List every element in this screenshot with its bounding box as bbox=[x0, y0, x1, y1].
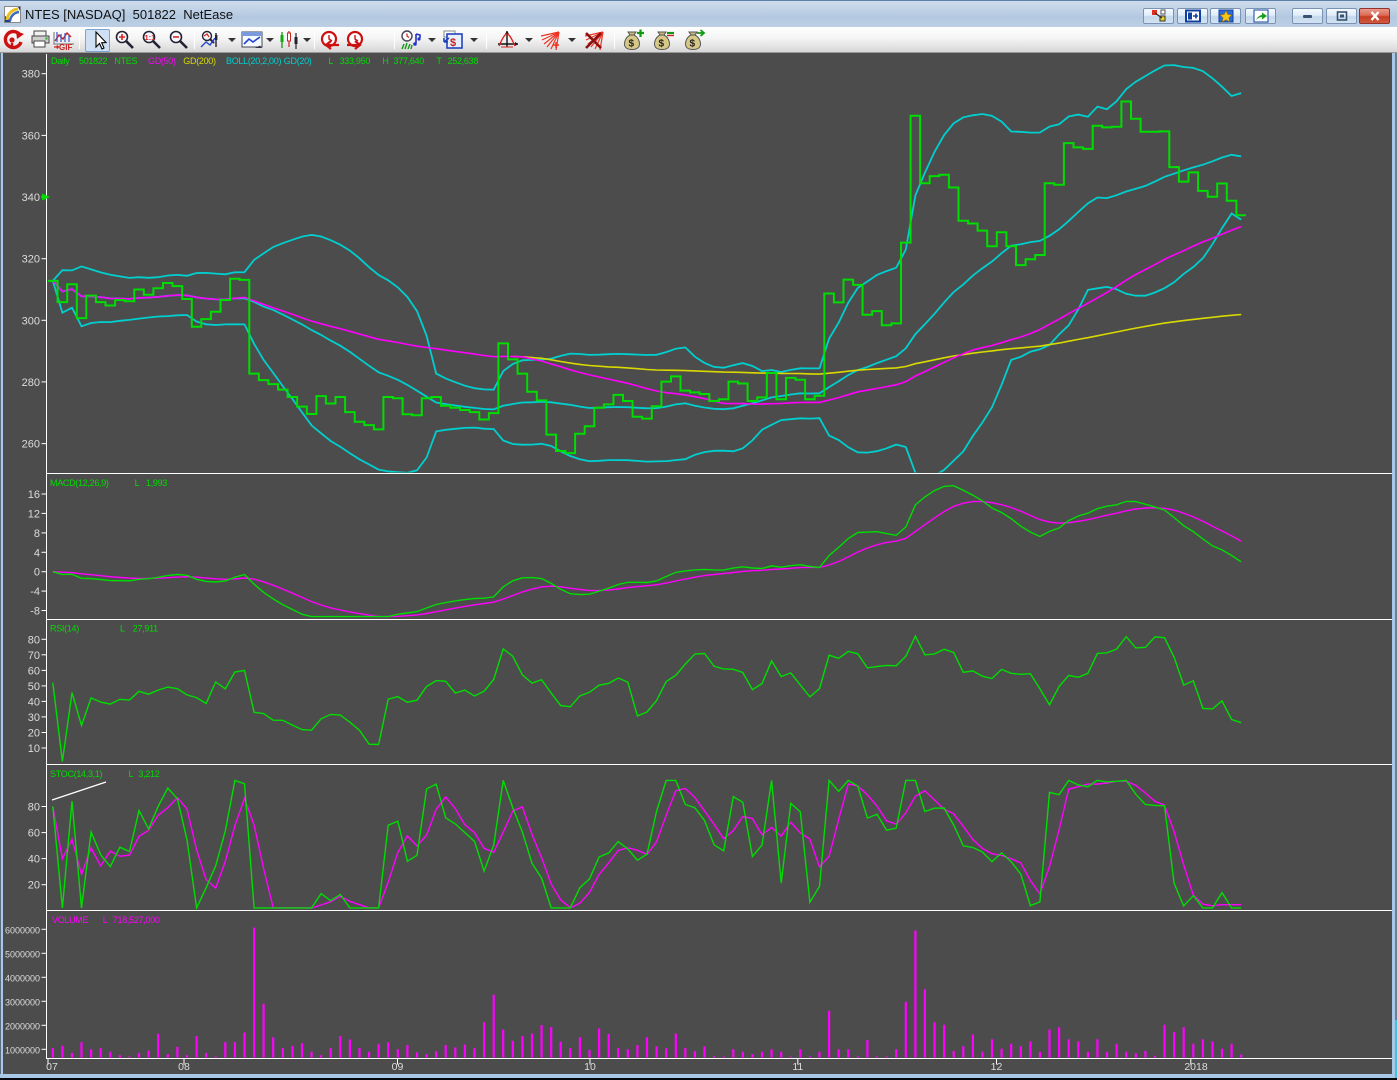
svg-text:T: T bbox=[436, 56, 442, 66]
svg-text:L: L bbox=[129, 769, 134, 779]
svg-text:260: 260 bbox=[22, 439, 40, 451]
svg-text:-4: -4 bbox=[30, 586, 40, 598]
svg-text:RSI(14): RSI(14) bbox=[50, 624, 79, 634]
svg-text:300: 300 bbox=[22, 315, 40, 327]
svg-text:40: 40 bbox=[28, 854, 40, 866]
svg-text:333,950: 333,950 bbox=[340, 56, 371, 66]
svg-text:1000000: 1000000 bbox=[5, 1045, 40, 1055]
svg-text:Daily: Daily bbox=[51, 56, 70, 66]
svg-text:4000000: 4000000 bbox=[5, 973, 40, 983]
svg-text:360: 360 bbox=[22, 130, 40, 142]
svg-text:30: 30 bbox=[28, 712, 40, 724]
svg-text:20: 20 bbox=[28, 728, 40, 740]
svg-text:3000000: 3000000 bbox=[5, 997, 40, 1007]
svg-text:L: L bbox=[103, 915, 108, 925]
svg-text:340: 340 bbox=[22, 192, 40, 204]
svg-text:8: 8 bbox=[34, 528, 40, 540]
svg-text:80: 80 bbox=[28, 802, 40, 814]
svg-text:60: 60 bbox=[28, 828, 40, 840]
svg-text:09: 09 bbox=[392, 1061, 404, 1073]
svg-text:10: 10 bbox=[584, 1061, 596, 1073]
svg-text:L: L bbox=[328, 56, 333, 66]
svg-text:MACD(12,26,9): MACD(12,26,9) bbox=[50, 478, 109, 488]
svg-text:380: 380 bbox=[22, 69, 40, 81]
svg-text:377,640: 377,640 bbox=[394, 56, 425, 66]
svg-text:08: 08 bbox=[178, 1061, 190, 1073]
svg-text:12: 12 bbox=[991, 1061, 1003, 1073]
svg-text:2018: 2018 bbox=[1184, 1061, 1208, 1073]
svg-text:10: 10 bbox=[28, 743, 40, 755]
svg-text:GD(20): GD(20) bbox=[284, 56, 312, 66]
svg-text:50: 50 bbox=[28, 681, 40, 693]
svg-text:0: 0 bbox=[34, 567, 40, 579]
svg-text:27,911: 27,911 bbox=[133, 624, 158, 634]
svg-text:252,638: 252,638 bbox=[448, 56, 479, 66]
svg-text:L: L bbox=[120, 624, 125, 634]
svg-text:STOC(14,3,1): STOC(14,3,1) bbox=[50, 769, 103, 779]
svg-text:320: 320 bbox=[22, 254, 40, 266]
svg-text:11: 11 bbox=[792, 1061, 803, 1073]
svg-text:80: 80 bbox=[28, 634, 40, 646]
svg-text:6000000: 6000000 bbox=[5, 925, 40, 935]
svg-text:70: 70 bbox=[28, 650, 40, 662]
svg-text:280: 280 bbox=[22, 377, 40, 389]
svg-text:07: 07 bbox=[46, 1061, 58, 1073]
svg-text:12: 12 bbox=[28, 508, 40, 520]
svg-text:-8: -8 bbox=[30, 606, 40, 618]
svg-text:GD(50): GD(50) bbox=[148, 56, 176, 66]
svg-text:4: 4 bbox=[34, 547, 40, 559]
svg-text:501822: 501822 bbox=[79, 56, 108, 66]
svg-text:60: 60 bbox=[28, 665, 40, 677]
svg-text:40: 40 bbox=[28, 696, 40, 708]
svg-text:VOLUME: VOLUME bbox=[52, 915, 89, 925]
svg-text:3,212: 3,212 bbox=[138, 769, 159, 779]
svg-text:L: L bbox=[135, 478, 140, 488]
svg-text:NTES: NTES bbox=[114, 56, 137, 66]
svg-text:H: H bbox=[382, 56, 388, 66]
svg-text:BOLL(20,2,00): BOLL(20,2,00) bbox=[226, 56, 281, 66]
svg-text:16: 16 bbox=[28, 489, 40, 501]
svg-text:1,993: 1,993 bbox=[146, 478, 167, 488]
svg-text:GD(200): GD(200) bbox=[183, 56, 216, 66]
svg-text:20: 20 bbox=[28, 880, 40, 892]
svg-text:5000000: 5000000 bbox=[5, 949, 40, 959]
svg-text:2000000: 2000000 bbox=[5, 1021, 40, 1031]
svg-text:718,527,000: 718,527,000 bbox=[113, 915, 160, 925]
